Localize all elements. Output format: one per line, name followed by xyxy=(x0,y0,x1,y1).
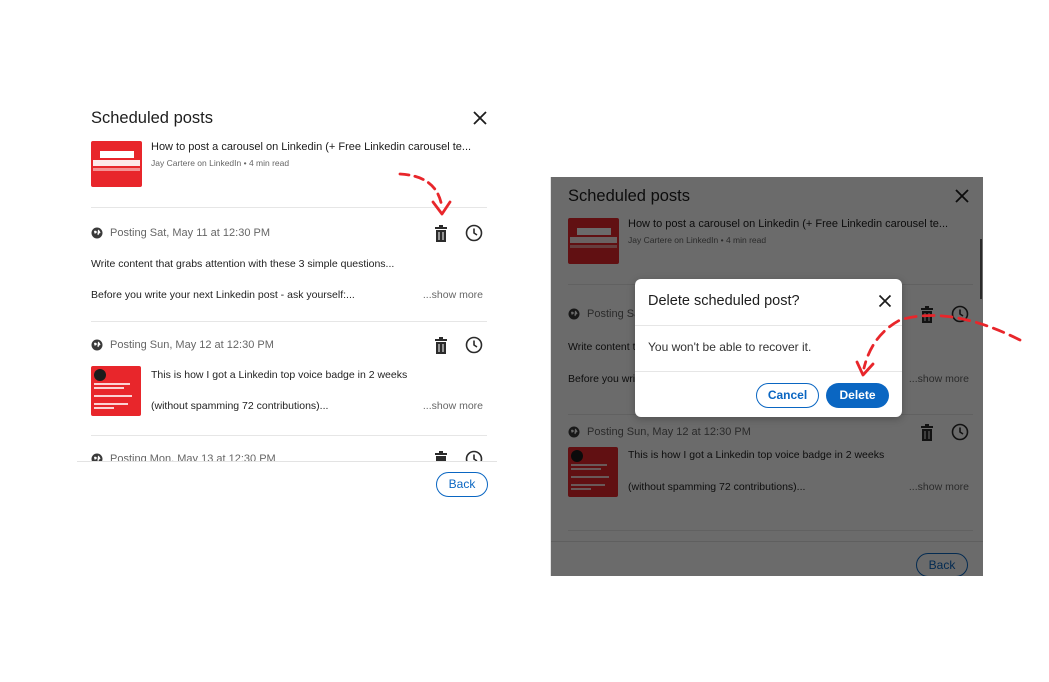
article-preview[interactable]: How to post a carousel on Linkedin (+ Fr… xyxy=(91,138,487,208)
trash-icon[interactable] xyxy=(433,337,449,354)
clock-icon[interactable] xyxy=(465,336,483,354)
scheduled-post: Posting Sat, May 11 at 12:30 PM Write co… xyxy=(91,210,487,322)
article-meta: Jay Cartere on LinkedIn • 4 min read xyxy=(151,158,290,168)
close-icon[interactable] xyxy=(876,292,894,310)
delete-button[interactable]: Delete xyxy=(826,383,889,408)
close-icon[interactable] xyxy=(469,107,491,129)
article-title[interactable]: How to post a carousel on Linkedin (+ Fr… xyxy=(151,141,487,153)
globe-icon xyxy=(91,339,103,351)
posts-list[interactable]: How to post a carousel on Linkedin (+ Fr… xyxy=(77,138,497,462)
globe-icon xyxy=(91,227,103,239)
scheduled-post: Posting Mon, May 13 at 12:30 PM xyxy=(91,436,487,462)
post-text-line: Write content that grabs attention with … xyxy=(91,258,395,270)
dialog-title: Delete scheduled post? xyxy=(648,293,800,309)
show-more-link[interactable]: ...show more xyxy=(423,400,483,412)
scheduled-posts-panel: Scheduled posts How to post a carousel o… xyxy=(77,100,497,510)
post-thumbnail xyxy=(91,366,141,416)
trash-icon[interactable] xyxy=(433,225,449,242)
post-text-line: This is how I got a Linkedin top voice b… xyxy=(151,369,408,381)
post-text-line: Before you write your next Linkedin post… xyxy=(91,289,355,301)
delete-confirm-dialog: Delete scheduled post? You won't be able… xyxy=(635,279,902,417)
post-schedule-time: Posting Sun, May 12 at 12:30 PM xyxy=(110,339,274,351)
show-more-link[interactable]: ...show more xyxy=(423,289,483,301)
clock-icon[interactable] xyxy=(465,224,483,242)
dialog-message: You won't be able to recover it. xyxy=(648,340,812,354)
scrollbar[interactable] xyxy=(980,239,982,299)
article-thumbnail xyxy=(91,141,142,187)
back-button[interactable]: Back xyxy=(436,472,488,497)
post-schedule-time: Posting Sat, May 11 at 12:30 PM xyxy=(110,227,270,239)
post-text-line: (without spamming 72 contributions)... xyxy=(151,400,329,412)
scheduled-post: Posting Sun, May 12 at 12:30 PM This is … xyxy=(91,322,487,436)
cancel-button[interactable]: Cancel xyxy=(756,383,819,408)
panel-title: Scheduled posts xyxy=(91,109,214,127)
scheduled-posts-panel-with-dialog: Scheduled posts How to post a carousel o… xyxy=(550,177,983,576)
